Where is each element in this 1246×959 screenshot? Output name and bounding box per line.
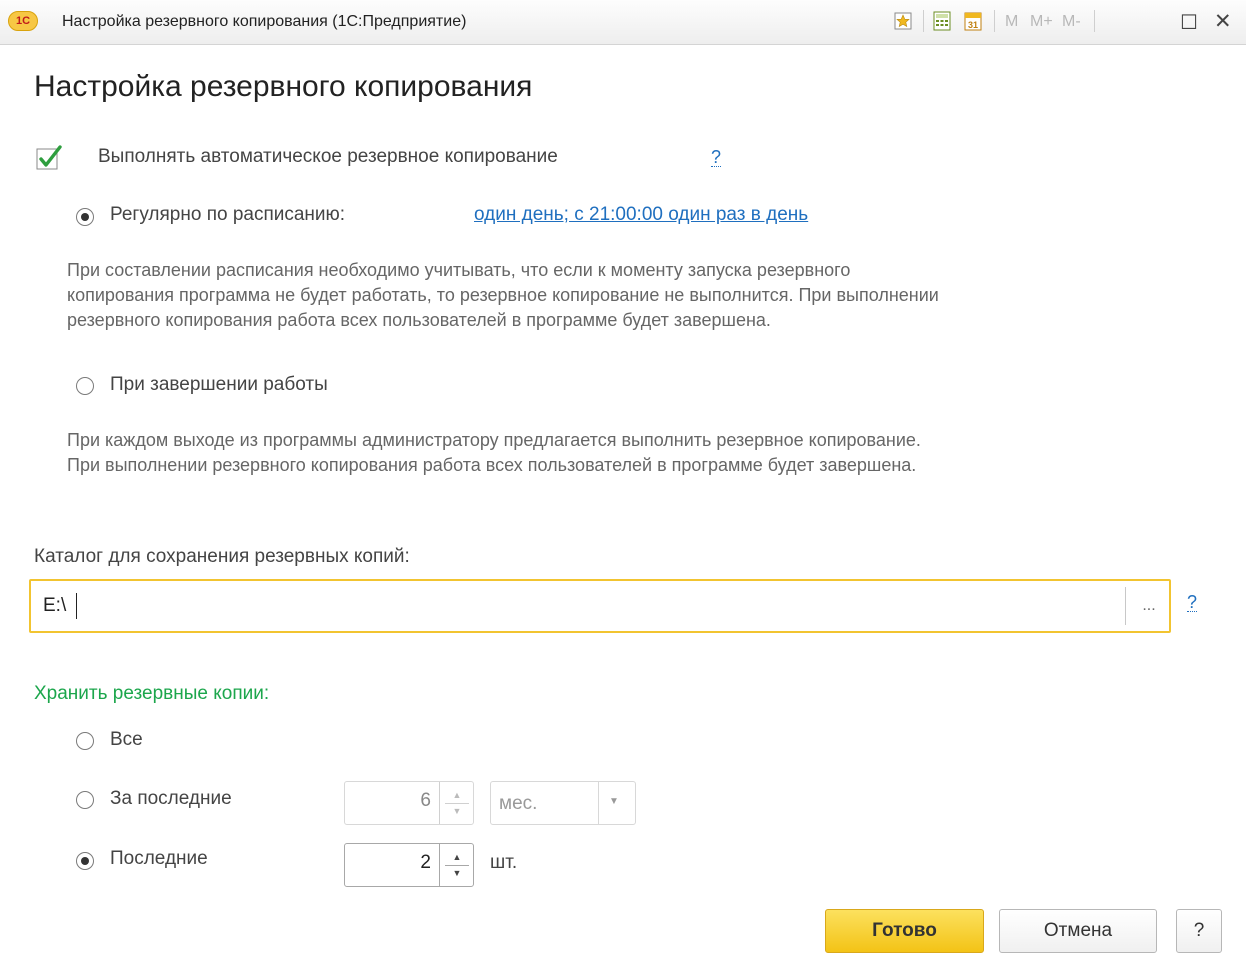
catalog-label: Каталог для сохранения резервных копий:	[34, 546, 410, 567]
schedule-radio[interactable]	[76, 208, 94, 226]
on-exit-description: При каждом выходе из программы администр…	[67, 428, 921, 478]
checkmark-icon	[36, 145, 62, 170]
spin-down-icon[interactable]: ▼	[451, 869, 463, 878]
catalog-path-value: E:\	[43, 595, 67, 616]
keep-copies-title: Хранить резервные копии:	[34, 683, 270, 704]
schedule-link[interactable]: один день; с 21:00:00 один раз в день	[474, 204, 808, 226]
stepper-divider	[445, 865, 469, 866]
on-exit-radio-label[interactable]: При завершении работы	[110, 374, 328, 396]
toolbar-separator	[923, 10, 924, 32]
schedule-description: При составлении расписания необходимо уч…	[67, 258, 939, 333]
copies-count-stepper[interactable]: 2 ▲ ▼	[344, 843, 474, 887]
toolbar-separator	[1094, 10, 1095, 32]
copies-unit-label: шт.	[490, 852, 518, 873]
schedule-description-line: При составлении расписания необходимо уч…	[67, 260, 851, 280]
spin-down-icon[interactable]: ▼	[451, 807, 463, 816]
text-caret	[76, 593, 77, 619]
spin-up-icon[interactable]: ▲	[451, 853, 463, 862]
memory-m-button[interactable]: M	[1005, 13, 1018, 31]
chevron-down-icon[interactable]: ▼	[609, 796, 619, 807]
auto-backup-help-link[interactable]: ?	[711, 148, 722, 167]
period-count-value: 6	[420, 790, 431, 811]
done-button[interactable]: Готово	[825, 909, 984, 953]
toolbar-separator	[994, 10, 995, 32]
app-logo-icon: 1C	[8, 11, 38, 31]
copies-count-value: 2	[420, 852, 431, 873]
stepper-divider	[445, 803, 469, 804]
on-exit-description-line: При выполнении резервного копирования ра…	[67, 455, 917, 475]
keep-period-radio[interactable]	[76, 791, 94, 809]
schedule-radio-label[interactable]: Регулярно по расписанию:	[110, 204, 345, 226]
period-unit-select[interactable]: мес. ▼	[490, 781, 636, 825]
memory-mminus-button[interactable]: M-	[1062, 13, 1081, 31]
period-unit-value: мес.	[499, 793, 538, 814]
window-title: Настройка резервного копирования (1С:Пре…	[62, 13, 467, 30]
window-titlebar: 1C Настройка резервного копирования (1С:…	[0, 0, 1246, 45]
catalog-input-separator	[1125, 587, 1126, 625]
catalog-help-link[interactable]: ?	[1187, 593, 1198, 612]
schedule-description-line: резервного копирования работа всех польз…	[67, 310, 771, 330]
select-separator	[598, 782, 599, 824]
keep-count-radio[interactable]	[76, 852, 94, 870]
on-exit-description-line: При каждом выходе из программы администр…	[67, 430, 921, 450]
schedule-description-line: копирования программа не будет работать,…	[67, 285, 939, 305]
auto-backup-checkbox[interactable]	[36, 144, 66, 172]
auto-backup-label[interactable]: Выполнять автоматическое резервное копир…	[98, 146, 558, 168]
keep-count-label[interactable]: Последние	[110, 848, 208, 870]
calculator-icon[interactable]	[930, 8, 954, 34]
page-title: Настройка резервного копирования	[34, 70, 533, 103]
memory-mplus-button[interactable]: M+	[1030, 13, 1053, 31]
keep-all-label[interactable]: Все	[110, 729, 143, 751]
keep-all-radio[interactable]	[76, 732, 94, 750]
catalog-browse-button[interactable]: ...	[1135, 597, 1163, 615]
favorites-star-icon[interactable]	[891, 8, 915, 34]
cancel-button[interactable]: Отмена	[999, 909, 1157, 953]
stepper-separator	[439, 844, 440, 886]
catalog-path-input[interactable]: E:\ ...	[29, 579, 1171, 633]
spin-up-icon[interactable]: ▲	[451, 791, 463, 800]
stepper-separator	[439, 782, 440, 824]
close-icon[interactable]: ✕	[1214, 9, 1232, 34]
on-exit-radio[interactable]	[76, 377, 94, 395]
calendar-icon[interactable]: 31	[961, 8, 985, 34]
period-count-stepper[interactable]: 6 ▲ ▼	[344, 781, 474, 825]
keep-period-label[interactable]: За последние	[110, 788, 232, 810]
svg-text:31: 31	[968, 20, 978, 30]
maximize-icon[interactable]: ☐	[1180, 10, 1198, 35]
help-button[interactable]: ?	[1176, 909, 1222, 953]
